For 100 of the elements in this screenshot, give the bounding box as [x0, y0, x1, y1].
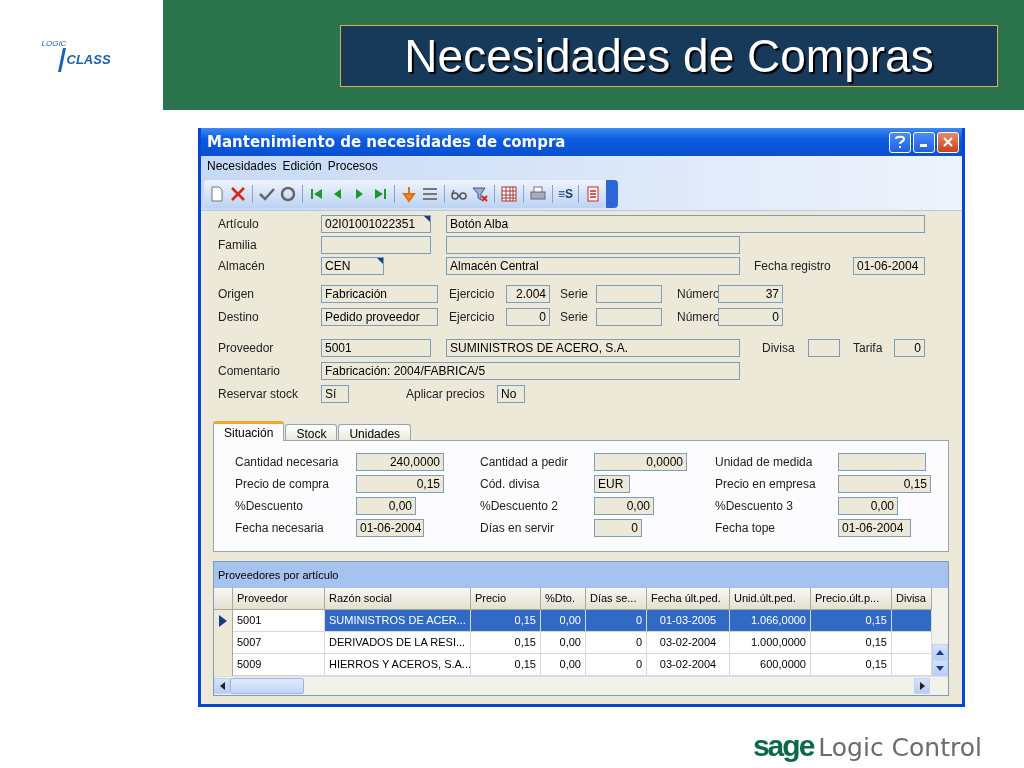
lookup-corner-icon — [424, 216, 430, 222]
input-field[interactable]: SUMINISTROS DE ACERO, S.A. — [446, 339, 740, 357]
input-field[interactable]: Pedido proveedor — [321, 308, 438, 326]
sort-lines-icon[interactable] — [421, 185, 439, 203]
slash-icon — [57, 47, 66, 72]
input-field[interactable]: 37 — [718, 285, 783, 303]
input-field[interactable] — [596, 308, 662, 326]
minimize-icon[interactable] — [913, 131, 935, 153]
toolbar-text[interactable]: ≡S — [558, 187, 573, 201]
column-header[interactable]: Días se... — [586, 588, 647, 610]
input-field[interactable]: 0,00 — [838, 497, 898, 515]
input-field[interactable]: Sí — [321, 385, 349, 403]
filter-icon[interactable] — [471, 185, 489, 203]
field-label: Ejercicio — [449, 310, 496, 324]
input-field[interactable]: 0,00 — [356, 497, 416, 515]
field-label: Cantidad necesaria — [235, 455, 340, 469]
input-field[interactable]: 240,0000 — [356, 453, 444, 471]
input-field[interactable]: EUR — [594, 475, 630, 493]
report-icon[interactable] — [584, 185, 602, 203]
table-cell: DERIVADOS DE LA RESI... — [325, 632, 471, 654]
input-field[interactable] — [808, 339, 840, 357]
scroll-right-icon[interactable] — [914, 678, 930, 694]
row-selector[interactable] — [214, 610, 233, 632]
input-field[interactable] — [596, 285, 662, 303]
menu-item[interactable]: Procesos — [327, 159, 378, 175]
field-label: Serie — [560, 287, 589, 301]
scroll-down-icon[interactable] — [932, 660, 948, 676]
logo-text: CLASS — [66, 52, 111, 67]
field-label: Reservar stock — [218, 387, 300, 401]
table-cell: 1.066,0000 — [730, 610, 811, 632]
lookup-field[interactable]: CEN — [321, 257, 384, 275]
scroll-up-icon[interactable] — [932, 644, 948, 660]
input-field[interactable]: Fabricación — [321, 285, 438, 303]
table-cell: 0,15 — [471, 610, 541, 632]
input-field[interactable]: 0 — [894, 339, 925, 357]
field-label: Destino — [218, 310, 260, 324]
table-cell: 5007 — [233, 632, 325, 654]
column-header[interactable]: Proveedor — [233, 588, 325, 610]
tab[interactable]: Stock — [285, 424, 338, 440]
grid-title: Proveedores por artículo — [217, 568, 340, 583]
input-field[interactable]: 0,0000 — [594, 453, 687, 471]
field-label: Número — [677, 310, 717, 324]
input-field[interactable]: 0,15 — [356, 475, 444, 493]
menu-item[interactable]: Necesidades — [207, 159, 277, 175]
column-header[interactable]: Fecha últ.ped. — [647, 588, 730, 610]
table-cell: 1.000,0000 — [730, 632, 811, 654]
input-field[interactable]: 01-06-2004 — [838, 519, 911, 537]
table-cell: 03-02-2004 — [647, 632, 730, 654]
product-name: Logic Control — [818, 733, 982, 762]
window-title: Mantenimiento de necesidades de compra — [207, 133, 567, 151]
column-header[interactable]: Unid.últ.ped. — [730, 588, 811, 610]
input-field[interactable] — [838, 453, 926, 471]
field-label: %Descuento 2 — [480, 499, 560, 513]
column-header[interactable]: Razón social — [325, 588, 471, 610]
input-field[interactable]: 2.004 — [506, 285, 550, 303]
tab[interactable]: Unidades — [338, 424, 412, 440]
input-field[interactable]: No — [497, 385, 525, 403]
lookup-corner-icon — [377, 258, 383, 264]
input-field[interactable]: 5001 — [321, 339, 431, 357]
input-field[interactable]: Fabricación: 2004/FABRICA/5 — [321, 362, 740, 380]
field-label: Tarifa — [853, 341, 884, 355]
input-field[interactable]: Botón Alba — [446, 215, 925, 233]
table-cell: 0 — [586, 610, 647, 632]
input-field[interactable]: 0,00 — [594, 497, 654, 515]
field-label: Divisa — [762, 341, 796, 355]
tab[interactable]: Situación — [213, 421, 285, 441]
scroll-thumb[interactable] — [230, 678, 304, 694]
lookup-field[interactable]: 02I01001022351 — [321, 215, 431, 233]
column-header[interactable]: %Dto. — [541, 588, 586, 610]
field-label: Días en servir — [480, 521, 556, 535]
table-cell: 0 — [586, 632, 647, 654]
input-field[interactable] — [446, 236, 740, 254]
field-label: Serie — [560, 310, 589, 324]
calendar-icon[interactable] — [500, 185, 518, 203]
brand-logo: sage — [752, 729, 814, 763]
input-field[interactable]: Almacén Central — [446, 257, 740, 275]
input-field[interactable]: 0 — [594, 519, 642, 537]
input-field[interactable]: 0,15 — [838, 475, 931, 493]
input-field[interactable] — [321, 236, 431, 254]
table-row[interactable]: 5007 DERIVADOS DE LA RESI... 0,15 0,00 0 03-02-2004 1.000,0000 0,15 — [214, 632, 932, 654]
input-field[interactable]: 0 — [718, 308, 783, 326]
table-row[interactable]: 5001 SUMINISTROS DE ACER... 0,15 0,00 0 01-03-2005 1.066,0000 0,15 — [214, 610, 932, 632]
input-field[interactable]: 01-06-2004 — [356, 519, 424, 537]
help-icon[interactable] — [889, 131, 911, 153]
sort-down-icon[interactable] — [400, 185, 418, 203]
table-cell: 0,15 — [811, 610, 892, 632]
printer-icon[interactable] — [529, 185, 547, 203]
scroll-left-icon[interactable] — [214, 678, 230, 694]
column-header[interactable]: Precio — [471, 588, 541, 610]
field-label: Almacén — [218, 259, 266, 273]
input-field[interactable]: 0 — [506, 308, 550, 326]
table-cell: 0,15 — [471, 632, 541, 654]
close-icon[interactable] — [937, 131, 959, 153]
menu-item[interactable]: Edición — [282, 159, 322, 175]
delete-icon[interactable] — [229, 185, 247, 203]
new-document-icon[interactable] — [208, 185, 226, 203]
column-header[interactable]: Divisa — [892, 588, 932, 610]
column-header[interactable]: Precio.últ.p... — [811, 588, 892, 610]
input-field[interactable]: 01-06-2004 — [853, 257, 925, 275]
field-label: Proveedor — [218, 341, 275, 355]
